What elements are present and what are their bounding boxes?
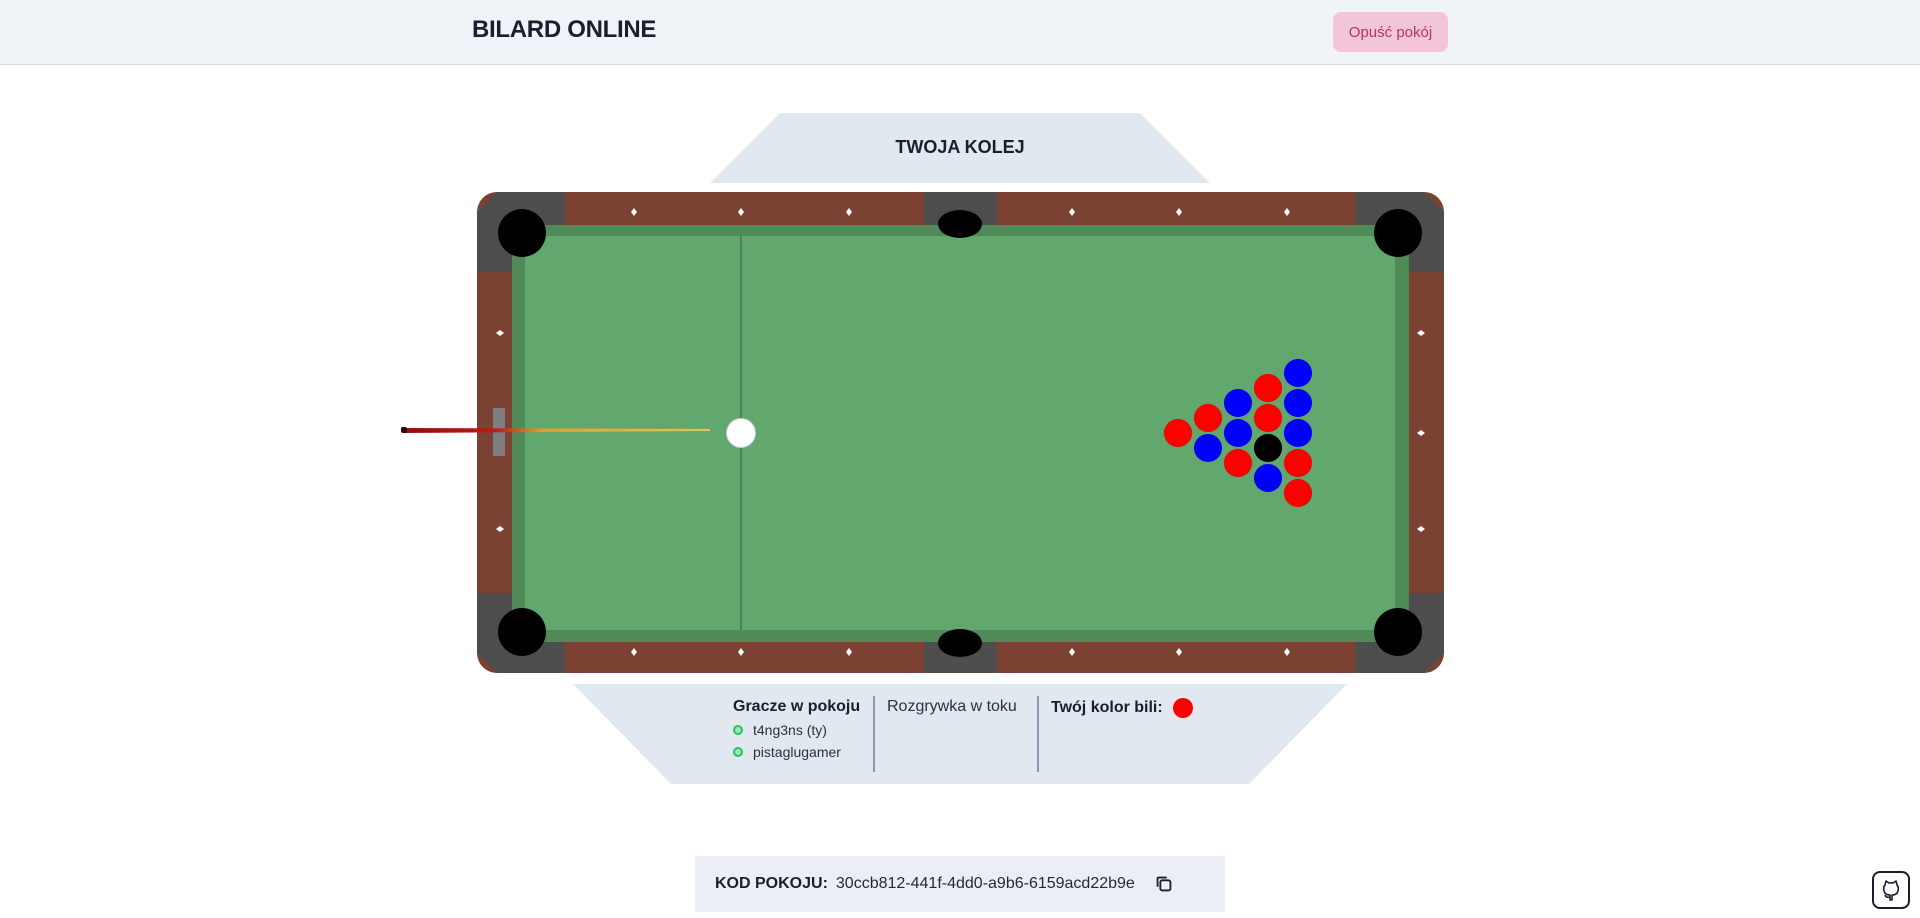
blue-ball — [1283, 388, 1313, 418]
player-color-label: Twój kolor bili: — [1051, 699, 1163, 716]
game-status: Rozgrywka w toku — [887, 698, 1017, 715]
pocket-top-right — [1374, 209, 1422, 257]
cue-ball[interactable] — [726, 418, 756, 448]
github-icon — [1882, 880, 1900, 901]
divider — [1037, 696, 1039, 772]
players-section: Gracze w pokoju t4ng3ns (ty) pistaglugam… — [733, 698, 873, 760]
github-link[interactable] — [1872, 871, 1910, 909]
room-code-bar: KOD POKOJU: 30ccb812-441f-4dd0-a9b6-6159… — [695, 856, 1225, 912]
red-ball — [1193, 403, 1223, 433]
copy-icon[interactable] — [1153, 873, 1175, 895]
pocket-bottom-right — [1374, 608, 1422, 656]
game-info-panel: Gracze w pokoju t4ng3ns (ty) pistaglugam… — [573, 684, 1347, 784]
pocket-top-left — [498, 209, 546, 257]
red-ball — [1253, 373, 1283, 403]
player-name: t4ng3ns (ty) — [753, 722, 827, 738]
pocket-bottom-middle — [938, 629, 982, 657]
blue-ball — [1283, 418, 1313, 448]
divider — [873, 696, 875, 772]
black-ball — [1253, 433, 1283, 463]
table-felt — [525, 236, 1395, 630]
blue-ball — [1223, 418, 1253, 448]
blue-ball — [1193, 433, 1223, 463]
blue-ball — [1223, 388, 1253, 418]
player-color-ball — [1172, 698, 1193, 718]
blue-ball — [1283, 358, 1313, 388]
pocket-bottom-left — [498, 608, 546, 656]
red-ball — [1253, 403, 1283, 433]
room-code-label: KOD POKOJU: — [715, 875, 828, 892]
online-status-icon — [733, 725, 743, 735]
player-item: pistaglugamer — [733, 744, 873, 760]
red-ball — [1223, 448, 1253, 478]
player-name: pistaglugamer — [753, 744, 841, 760]
red-ball — [1283, 448, 1313, 478]
room-code-value: 30ccb812-441f-4dd0-a9b6-6159acd22b9e — [835, 875, 1135, 892]
red-ball — [1163, 418, 1193, 448]
red-ball — [1283, 478, 1313, 508]
blue-ball — [1253, 463, 1283, 493]
players-title: Gracze w pokoju — [733, 698, 861, 715]
player-item: t4ng3ns (ty) — [733, 722, 873, 738]
cue-stick-butt — [401, 427, 407, 433]
online-status-icon — [733, 747, 743, 757]
player-color-section: Twój kolor bili: — [1051, 698, 1193, 718]
pocket-top-middle — [938, 210, 982, 238]
